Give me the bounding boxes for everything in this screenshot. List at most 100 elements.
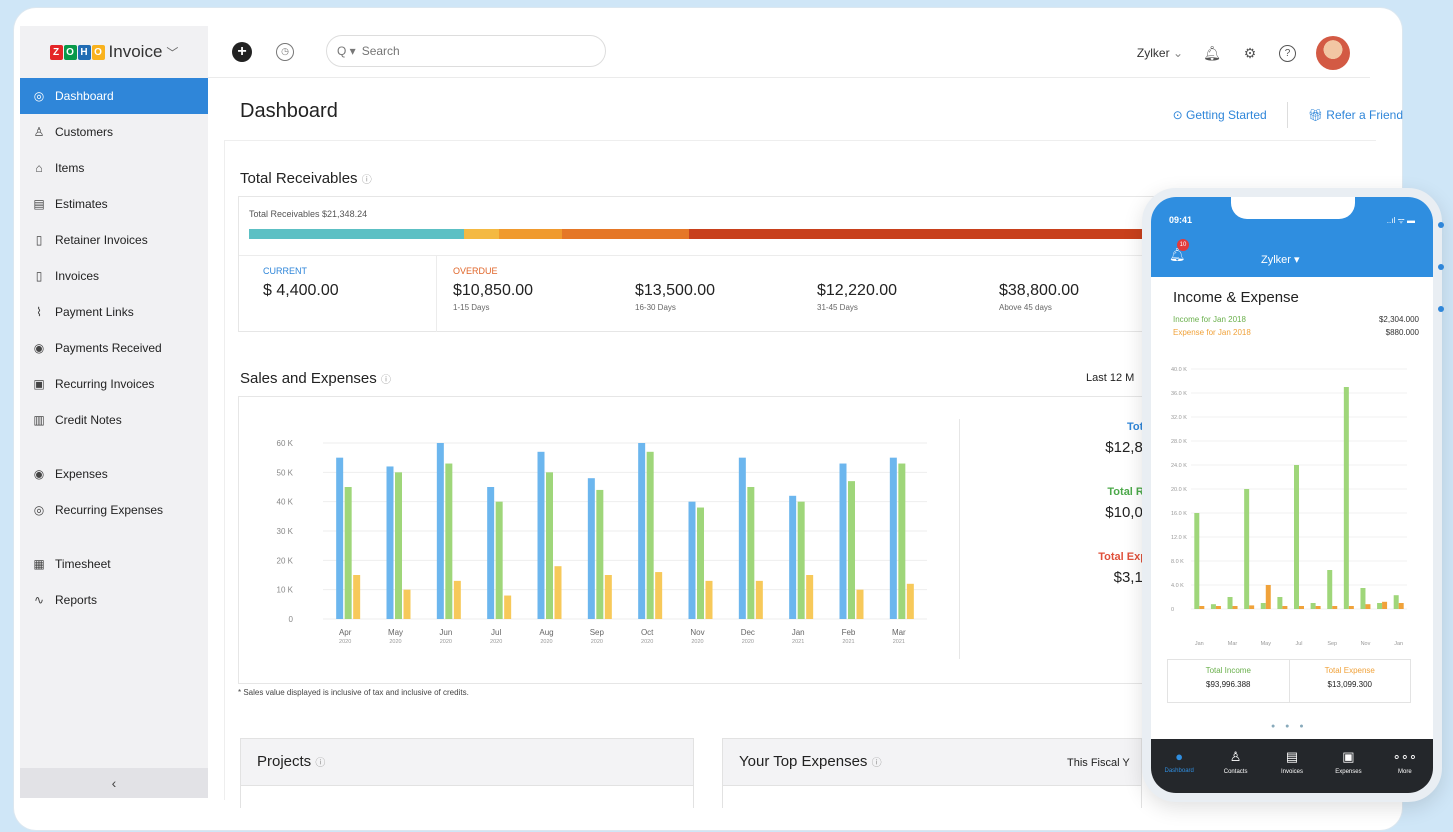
bar[interactable] — [697, 507, 704, 619]
bar[interactable] — [1343, 387, 1349, 609]
help-icon[interactable]: ? — [1279, 44, 1296, 62]
bar[interactable] — [1194, 513, 1200, 609]
bar[interactable] — [604, 575, 612, 619]
bar[interactable] — [504, 595, 512, 619]
receivables-segment[interactable] — [562, 229, 689, 239]
bar[interactable] — [1199, 606, 1205, 609]
bar[interactable] — [1310, 603, 1316, 609]
overdue-cell-2[interactable]: $13,500.00 16-30 Days — [635, 266, 715, 312]
bar[interactable] — [806, 575, 814, 619]
bar[interactable] — [1382, 601, 1388, 609]
bar[interactable] — [436, 443, 444, 619]
sidebar-item-retainer-invoices[interactable]: ▯ Retainer Invoices — [20, 222, 208, 258]
quick-create-button[interactable]: + — [232, 42, 252, 62]
overdue-cell-1[interactable]: OVERDUE $10,850.00 1-15 Days — [453, 266, 533, 312]
bar[interactable] — [395, 472, 402, 619]
bar[interactable] — [839, 463, 847, 619]
phone-tab-expenses[interactable]: ▣ Expenses — [1320, 739, 1376, 793]
phone-tab-more[interactable]: ∘∘∘ More — [1377, 739, 1433, 793]
bar[interactable] — [738, 457, 746, 619]
bar[interactable] — [705, 580, 713, 619]
receivables-segment[interactable] — [249, 229, 464, 239]
org-switcher[interactable]: Zylker ⌄ — [1137, 46, 1183, 60]
receivables-segment[interactable] — [498, 229, 563, 239]
refer-friend-link[interactable]: 🎁︎ Refer a Friend — [1308, 108, 1403, 122]
bar[interactable] — [1227, 597, 1233, 609]
bar[interactable] — [336, 457, 344, 619]
bar[interactable] — [1265, 585, 1271, 609]
bar[interactable] — [906, 583, 914, 619]
sidebar-item-payment-links[interactable]: ⌇ Payment Links — [20, 294, 208, 330]
phone-tab-contacts[interactable]: ♙ Contacts — [1207, 739, 1263, 793]
current-cell[interactable]: CURRENT $ 4,400.00 — [263, 266, 339, 300]
bar[interactable] — [1232, 606, 1238, 609]
bar[interactable] — [1365, 604, 1371, 609]
sidebar-item-credit-notes[interactable]: ▥ Credit Notes — [20, 402, 208, 438]
bar[interactable] — [1210, 604, 1216, 609]
bar[interactable] — [1299, 606, 1304, 609]
sidebar-item-recurring-expenses[interactable]: ◎ Recurring Expenses — [20, 492, 208, 528]
getting-started-link[interactable]: ⊙ Getting Started — [1173, 108, 1267, 122]
bar[interactable] — [755, 580, 763, 619]
top-expenses-period[interactable]: This Fiscal Y — [1067, 757, 1130, 769]
bar[interactable] — [797, 501, 805, 619]
pager-dots[interactable]: ● ● ● — [1271, 723, 1308, 730]
period-selector[interactable]: Last 12 M — [1086, 372, 1134, 384]
search-icon[interactable]: Q ▾ — [337, 44, 356, 58]
sidebar-item-reports[interactable]: ∿ Reports — [20, 582, 208, 618]
bar[interactable] — [1260, 603, 1266, 609]
phone-tab-dashboard[interactable]: ● Dashboard — [1151, 739, 1207, 793]
bar[interactable] — [1360, 588, 1366, 609]
sidebar-item-expenses[interactable]: ◉ Expenses — [20, 456, 208, 492]
bar[interactable] — [889, 457, 897, 619]
bar[interactable] — [1294, 465, 1299, 609]
bar[interactable] — [1348, 606, 1354, 609]
carousel-dot[interactable] — [1438, 306, 1444, 312]
bar[interactable] — [344, 487, 352, 619]
sidebar-item-payments-received[interactable]: ◉ Payments Received — [20, 330, 208, 366]
sidebar-item-recurring-invoices[interactable]: ▣ Recurring Invoices — [20, 366, 208, 402]
bar[interactable] — [1393, 595, 1399, 609]
help-icon[interactable]: ⓘ — [315, 758, 325, 769]
avatar[interactable] — [1316, 36, 1350, 70]
bar[interactable] — [848, 481, 855, 619]
sidebar-item-items[interactable]: ⌂ Items — [20, 150, 208, 186]
bar[interactable] — [386, 466, 394, 619]
bar[interactable] — [1277, 597, 1283, 609]
bar[interactable] — [1398, 603, 1404, 609]
bar[interactable] — [638, 443, 646, 619]
overdue-cell-4[interactable]: $38,800.00 Above 45 days — [999, 266, 1079, 312]
bar[interactable] — [747, 487, 755, 619]
gear-icon[interactable]: ⚙ — [1241, 44, 1259, 62]
history-icon[interactable]: ◷ — [276, 43, 294, 61]
receivables-segment[interactable] — [463, 229, 499, 239]
bar[interactable] — [487, 487, 495, 619]
collapse-sidebar-button[interactable]: ‹ — [20, 768, 208, 798]
bell-icon[interactable]: 🔔︎ — [1203, 44, 1221, 62]
bar[interactable] — [1377, 603, 1383, 609]
bar[interactable] — [655, 572, 663, 619]
bar[interactable] — [546, 472, 553, 619]
sidebar-item-customers[interactable]: ♙ Customers — [20, 114, 208, 150]
bar[interactable] — [587, 478, 595, 619]
bar[interactable] — [898, 463, 906, 619]
bar[interactable] — [1244, 489, 1250, 609]
bar[interactable] — [537, 451, 545, 619]
bar[interactable] — [1215, 606, 1221, 609]
bar[interactable] — [1249, 605, 1255, 609]
bar[interactable] — [688, 501, 696, 619]
bar[interactable] — [1332, 606, 1338, 609]
bar[interactable] — [596, 489, 604, 619]
bar[interactable] — [789, 495, 797, 619]
sidebar-item-estimates[interactable]: ▤ Estimates — [20, 186, 208, 222]
bar[interactable] — [495, 501, 503, 619]
overdue-cell-3[interactable]: $12,220.00 31-45 Days — [817, 266, 897, 312]
sidebar-item-invoices[interactable]: ▯ Invoices — [20, 258, 208, 294]
bar[interactable] — [445, 463, 453, 619]
carousel-dot[interactable] — [1438, 222, 1444, 228]
bar[interactable] — [1327, 570, 1333, 609]
help-icon[interactable]: ⓘ — [381, 375, 391, 386]
sidebar-item-dashboard[interactable]: ◎ Dashboard — [20, 78, 208, 114]
bar[interactable] — [554, 566, 562, 619]
bar[interactable] — [646, 451, 654, 619]
